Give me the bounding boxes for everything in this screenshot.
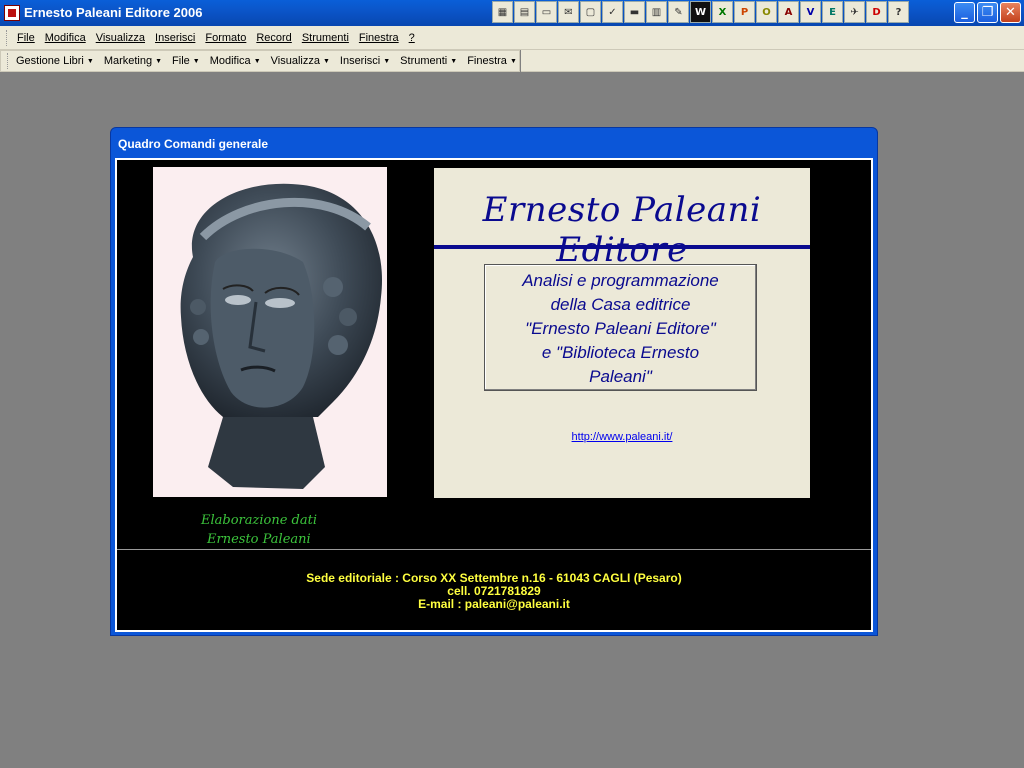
powerpoint-icon[interactable]: P (734, 1, 755, 23)
footer-contact: Sede editoriale : Corso XX Settembre n.1… (117, 572, 871, 611)
menu-formato[interactable]: Formato (200, 32, 251, 44)
note-icon[interactable]: ✓ (602, 1, 623, 23)
info-panel: Ernesto Paleani Editore Analisi e progra… (434, 168, 810, 498)
toolbar-item-label: Inserisci (339, 55, 381, 67)
mail-icon[interactable]: ✉ (558, 1, 579, 23)
toolbar-item-label: Visualizza (270, 55, 320, 67)
menu-file[interactable]: File (12, 32, 40, 44)
menu-bar: File Modifica Visualizza Inserisci Forma… (0, 26, 1024, 50)
toolbar-item-label: Strumenti (400, 55, 448, 67)
description-line: e "Biblioteca Ernesto (541, 343, 700, 362)
toolbar-inserisci[interactable]: Inserisci ▼ (335, 55, 395, 67)
excel-icon[interactable]: X (712, 1, 733, 23)
menu-visualizza[interactable]: Visualizza (91, 32, 150, 44)
toolbar-item-label: Marketing (103, 55, 153, 67)
quick-launch-toolbar: ▦ ▤ ▭ ✉ ▢ ✓ ▬ ▥ ✎ W X P O A V E ✈ D ? (492, 1, 909, 23)
publisher-icon[interactable]: E (822, 1, 843, 23)
toolbar-item-label: Finestra (467, 55, 507, 67)
menu-help[interactable]: ? (404, 32, 420, 44)
access-app-icon[interactable] (4, 5, 20, 21)
toolbar-file[interactable]: File ▼ (167, 55, 205, 67)
folder-icon[interactable]: ▭ (536, 1, 557, 23)
visio-icon[interactable]: V (800, 1, 821, 23)
menu-record[interactable]: Record (251, 32, 296, 44)
footer-divider (117, 549, 871, 550)
close-button[interactable]: ✕ (1000, 2, 1021, 23)
description-line: Analisi e programmazione (522, 271, 719, 290)
dropdown-arrow-icon: ▼ (253, 57, 261, 65)
bronze-head-image (153, 167, 387, 497)
window-title: Ernesto Paleani Editore 2006 (24, 5, 203, 20)
restore-button[interactable]: ❐ (977, 2, 998, 23)
help-icon[interactable]: ? (888, 1, 909, 23)
website-link[interactable]: http://www.paleani.it/ (434, 431, 810, 443)
documents-icon[interactable]: ▥ (646, 1, 667, 23)
menu-modifica[interactable]: Modifica (40, 32, 91, 44)
bird-icon[interactable]: ✈ (844, 1, 865, 23)
dropdown-arrow-icon: ▼ (509, 57, 517, 65)
menubar-grip[interactable] (6, 29, 9, 46)
word-icon[interactable]: W (690, 1, 711, 23)
menu-finestra[interactable]: Finestra (354, 32, 404, 44)
dropdown-arrow-icon: ▼ (383, 57, 391, 65)
publisher-name-heading: Ernesto Paleani Editore (482, 190, 762, 270)
switchboard-title: Quadro Comandi generale (118, 137, 269, 151)
toolbar-strumenti[interactable]: Strumenti ▼ (395, 55, 462, 67)
description-line: della Casa editrice (550, 295, 691, 314)
toolbar-finestra[interactable]: Finestra ▼ (462, 55, 522, 67)
switchboard-body: Elaborazione dati Ernesto Paleani Ernest… (115, 158, 873, 632)
page-icon[interactable]: ▢ (580, 1, 601, 23)
toolbar-item-label: Gestione Libri (16, 55, 84, 67)
minimize-button[interactable]: _ (954, 2, 975, 23)
document-red-icon[interactable]: D (866, 1, 887, 23)
bronze-head-illustration (180, 183, 383, 489)
toolbar-dock-area (521, 50, 1024, 72)
toolbar-item-label: Modifica (209, 55, 251, 67)
menu-strumenti[interactable]: Strumenti (297, 32, 354, 44)
toolbar-visualizza[interactable]: Visualizza ▼ (266, 55, 335, 67)
dropdown-arrow-icon: ▼ (86, 57, 94, 65)
description-line: "Ernesto Paleani Editore" (525, 319, 716, 338)
description-box: Analisi e programmazione della Casa edit… (484, 264, 757, 391)
toolbar-item-label: File (172, 55, 190, 67)
switchboard-window: Quadro Comandi generale Elaborazione dat… (110, 127, 878, 636)
credit-line-2: Ernesto Paleani (207, 532, 311, 547)
dropdown-arrow-icon: ▼ (322, 57, 330, 65)
access-icon[interactable]: A (778, 1, 799, 23)
toolbar-gestione-libri[interactable]: Gestione Libri ▼ (11, 55, 99, 67)
title-bar: Ernesto Paleani Editore 2006 ▦ ▤ ▭ ✉ ▢ ✓… (0, 0, 1024, 26)
dropdown-arrow-icon: ▼ (155, 57, 163, 65)
footer-email: E-mail : paleani@paleani.it (418, 597, 570, 611)
heading-underline (434, 245, 810, 249)
dropdown-arrow-icon: ▼ (192, 57, 200, 65)
toolbar-modifica[interactable]: Modifica ▼ (205, 55, 266, 67)
database-icon[interactable]: ▤ (514, 1, 535, 23)
toolbar-grip[interactable] (7, 53, 8, 69)
menu-inserisci[interactable]: Inserisci (150, 32, 200, 44)
outlook-icon[interactable]: O (756, 1, 777, 23)
card-icon[interactable]: ▬ (624, 1, 645, 23)
credit-line-1: Elaborazione dati (201, 513, 317, 528)
description-line: Paleani" (589, 367, 652, 386)
dropdown-arrow-icon: ▼ (450, 57, 458, 65)
toolbar-marketing[interactable]: Marketing ▼ (99, 55, 167, 67)
pencil-icon[interactable]: ✎ (668, 1, 689, 23)
grid-icon[interactable]: ▦ (492, 1, 513, 23)
custom-toolbar: Gestione Libri ▼ Marketing ▼ File ▼ Modific… (0, 50, 543, 72)
